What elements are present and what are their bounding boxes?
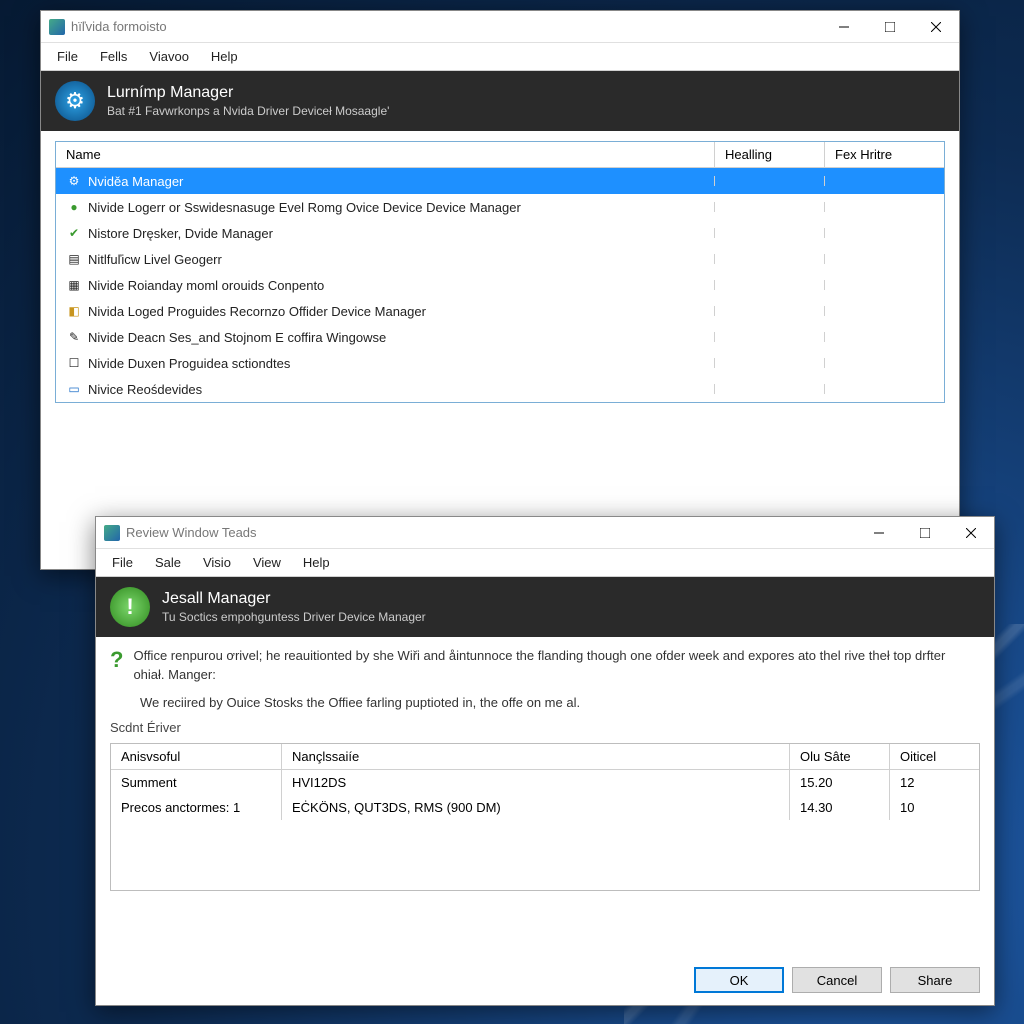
message-text-1: Office renpurou ơrivel; he reauitionted …: [133, 647, 980, 685]
driver-grid[interactable]: Anisvsoful Nançlssaiíe Olu Sâte Oiticel …: [110, 743, 980, 891]
row-label: Nivice Reośdevides: [88, 382, 202, 397]
col-fex[interactable]: Fex Hritre: [824, 142, 944, 167]
list-row[interactable]: ▦ Nivide Roianday moml orouids Conpento: [56, 272, 944, 298]
box-white-icon: ☐: [66, 355, 82, 371]
titlebar[interactable]: Review Window Teads: [96, 517, 994, 549]
gcol-olusate[interactable]: Olu Sâte: [789, 744, 889, 769]
grid-cell: Summent: [111, 770, 281, 795]
share-button[interactable]: Share: [890, 967, 980, 993]
check-green-icon: ✔: [66, 225, 82, 241]
grid-cell: HVI12DS: [281, 770, 789, 795]
gcol-anisvsoful[interactable]: Anisvsoful: [111, 744, 281, 769]
list-row[interactable]: ☐ Nivide Duxen Proguidea sctiondtes: [56, 350, 944, 376]
menu-visio[interactable]: Visio: [193, 551, 241, 574]
header-title: Jesall Manager: [162, 590, 426, 608]
menu-sale[interactable]: Sale: [145, 551, 191, 574]
page-icon: ▤: [66, 251, 82, 267]
grid-cell: Precos anctormes: 1: [111, 795, 281, 820]
list-row[interactable]: ▭ Nivice Reośdevides: [56, 376, 944, 402]
app-icon: [104, 525, 120, 541]
titlebar[interactable]: hïľvida formoisto: [41, 11, 959, 43]
menu-fells[interactable]: Fells: [90, 45, 137, 68]
row-label: Nivide Duxen Proguidea sctiondtes: [88, 356, 290, 371]
maximize-button[interactable]: [902, 517, 948, 548]
grid-row[interactable]: Precos anctormes: 1ЕĊKÖNS, QUT3DS, RМS (…: [111, 795, 979, 820]
window-title: hïľvida formoisto: [71, 19, 821, 34]
message-block: ? Office renpurou ơrivel; he reauitionte…: [96, 637, 994, 695]
button-row: OK Cancel Share: [694, 967, 980, 993]
gcol-nanclssaiie[interactable]: Nançlssaiíe: [281, 744, 789, 769]
section-title: Scdnt Ériver: [96, 720, 994, 739]
alert-icon: !: [110, 587, 150, 627]
window-title: Review Window Teads: [126, 525, 856, 540]
menu-help[interactable]: Help: [293, 551, 340, 574]
app-icon: [49, 19, 65, 35]
grid-cell: 14.30: [789, 795, 889, 820]
page-lines-icon: ▦: [66, 277, 82, 293]
list-header[interactable]: Name Healling Fex Hritre: [56, 142, 944, 168]
grid-cell: ЕĊKÖNS, QUT3DS, RМS (900 DM): [281, 795, 789, 820]
header-subtitle: Bat #1 Favwrkonps a Nvida Driver Deviceł…: [107, 104, 389, 118]
row-label: Nivida Loged Proguides Recornzo Offider …: [88, 304, 426, 319]
device-list[interactable]: Name Healling Fex Hritre ⚙ Nviděa Manager…: [55, 141, 945, 403]
header-icon: ⚙: [55, 81, 95, 121]
row-label: Nivide Deacn Ses_and Stojnom E coffira W…: [88, 330, 386, 345]
dot-green-icon: ●: [66, 199, 82, 215]
minimize-button[interactable]: [821, 11, 867, 42]
menu-help[interactable]: Help: [201, 45, 248, 68]
menu-file[interactable]: File: [47, 45, 88, 68]
list-row[interactable]: ⚙ Nviděa Manager: [56, 168, 944, 194]
row-label: Nitlfuľicw Livel Geogerr: [88, 252, 222, 267]
grid-empty-area: [111, 820, 979, 890]
window-jesall-manager: Review Window Teads File Sale Visio View…: [95, 516, 995, 1006]
grid-cell: 12: [889, 770, 979, 795]
gear-icon: ⚙: [66, 173, 82, 189]
list-row[interactable]: ✎ Nivide Deacn Ses_and Stojnom E coffira …: [56, 324, 944, 350]
header-title: Lurnímp Manager: [107, 84, 389, 102]
list-row[interactable]: ✔ Nistore Dręsker, Dvide Manager: [56, 220, 944, 246]
grid-cell: 10: [889, 795, 979, 820]
row-label: Nistore Dręsker, Dvide Manager: [88, 226, 273, 241]
row-label: Nivide Logerr or Sswidesnasuge Evel Romg…: [88, 200, 521, 215]
grid-header[interactable]: Anisvsoful Nançlssaiíe Olu Sâte Oiticel: [111, 744, 979, 770]
window-blue-icon: ▭: [66, 381, 82, 397]
message-text-2: We reciired by Ouice Stosks the Offiee f…: [96, 695, 994, 720]
row-label: Nivide Roianday moml orouids Conpento: [88, 278, 324, 293]
gcol-oiticel[interactable]: Oiticel: [889, 744, 979, 769]
wand-icon: ✎: [66, 329, 82, 345]
menu-file[interactable]: File: [102, 551, 143, 574]
menu-viavoo[interactable]: Viavoo: [139, 45, 199, 68]
menubar: File Fells Viavoo Help: [41, 43, 959, 71]
minimize-button[interactable]: [856, 517, 902, 548]
cancel-button[interactable]: Cancel: [792, 967, 882, 993]
grid-row[interactable]: SummentHVI12DS15.2012: [111, 770, 979, 795]
close-button[interactable]: [913, 11, 959, 42]
header-bar: ⚙ Lurnímp Manager Bat #1 Favwrkonps a Nv…: [41, 71, 959, 131]
window-lurnmp-manager: hïľvida formoisto File Fells Viavoo Help…: [40, 10, 960, 570]
header-bar: ! Jesall Manager Tu Soctics empohguntess…: [96, 577, 994, 637]
box-gold-icon: ◧: [66, 303, 82, 319]
maximize-button[interactable]: [867, 11, 913, 42]
list-row[interactable]: ▤ Nitlfuľicw Livel Geogerr: [56, 246, 944, 272]
ok-button[interactable]: OK: [694, 967, 784, 993]
header-subtitle: Tu Soctics empohguntess Driver Device Ma…: [162, 610, 426, 624]
list-row[interactable]: ● Nivide Logerr or Sswidesnasuge Evel Rom…: [56, 194, 944, 220]
menubar: File Sale Visio View Help: [96, 549, 994, 577]
close-button[interactable]: [948, 517, 994, 548]
col-healling[interactable]: Healling: [714, 142, 824, 167]
question-icon: ?: [110, 647, 123, 673]
col-name[interactable]: Name: [56, 142, 714, 167]
menu-view[interactable]: View: [243, 551, 291, 574]
list-row[interactable]: ◧ Nivida Loged Proguides Recornzo Offider…: [56, 298, 944, 324]
row-label: Nviděa Manager: [88, 174, 183, 189]
grid-cell: 15.20: [789, 770, 889, 795]
